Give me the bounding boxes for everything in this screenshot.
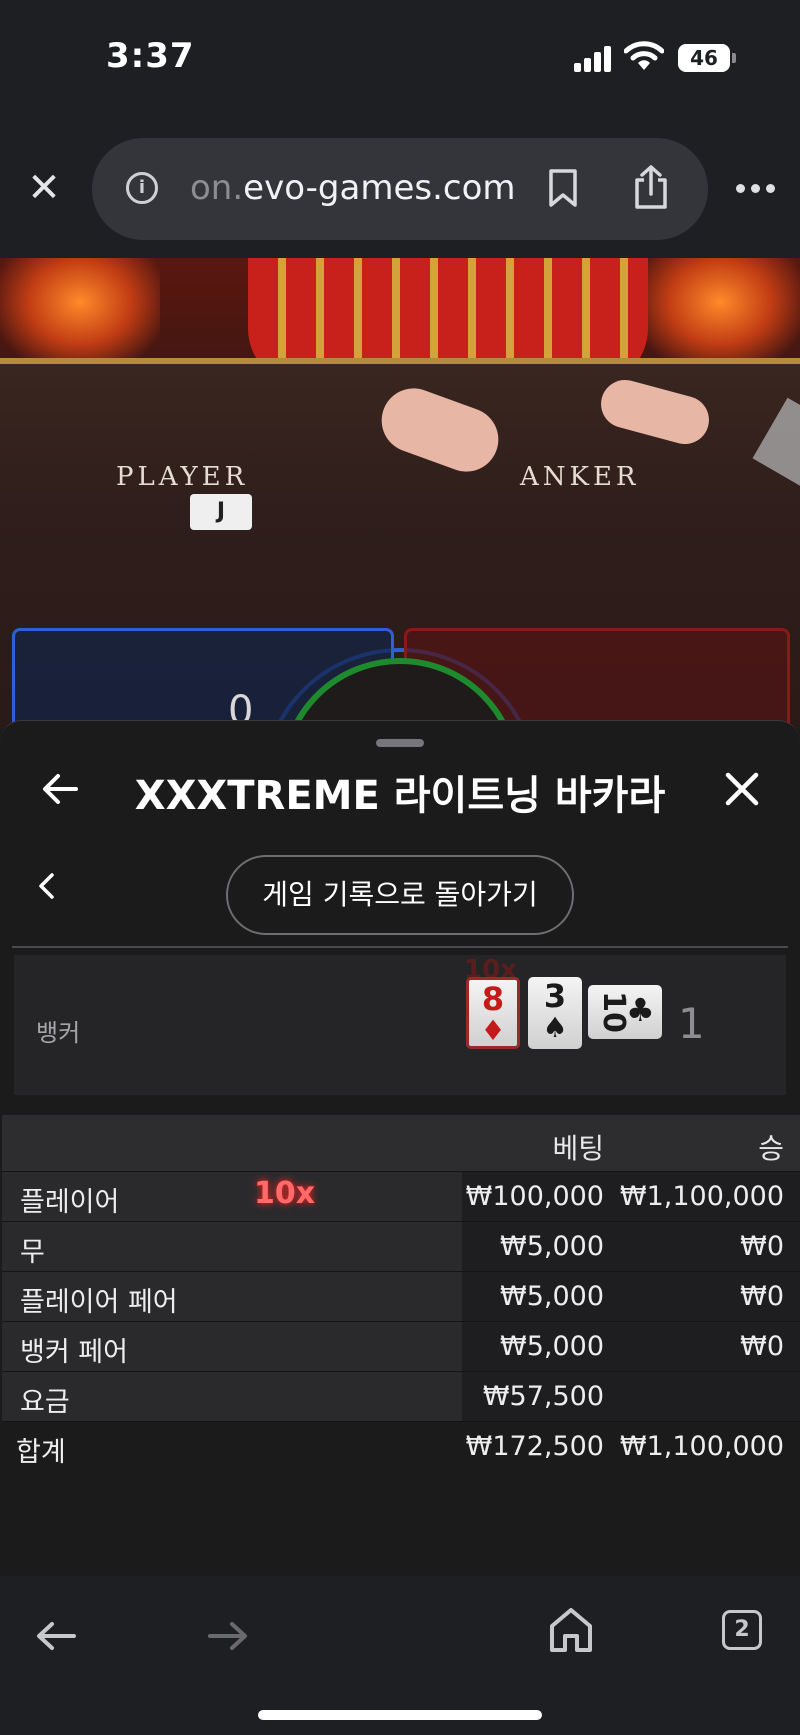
table-row: 플레이어 10x ₩100,000 ₩1,100,000	[2, 1171, 800, 1221]
battery-icon: 46	[678, 44, 736, 72]
table-total-row: 합계 ₩172,500 ₩1,100,000	[2, 1421, 800, 1471]
chevron-left-icon[interactable]	[34, 871, 58, 901]
result-score: 1	[678, 999, 705, 1048]
more-options-icon[interactable]	[736, 182, 776, 196]
row-bet: ₩5,000	[500, 1281, 604, 1312]
sheet-drag-handle[interactable]	[376, 739, 424, 747]
banker-felt-label: ANKER	[520, 462, 640, 492]
fireplace-left	[0, 258, 160, 368]
player-felt-label: PLAYER	[116, 462, 249, 492]
close-icon[interactable]	[722, 769, 762, 809]
row-bet: ₩100,000	[465, 1181, 604, 1212]
url-text[interactable]: on.evo-games.com	[190, 168, 516, 208]
address-bar[interactable]: i on.evo-games.com	[92, 138, 708, 240]
round-result: 뱅커 10x 8 ♦ 3 ♠ 10 ♣ 1	[14, 955, 786, 1095]
card-1: 8 ♦	[466, 977, 520, 1049]
divider	[12, 946, 788, 948]
result-side-label: 뱅커	[36, 1019, 81, 1047]
fireplace-right	[640, 258, 800, 368]
table-row: 요금 ₩57,500	[2, 1371, 800, 1421]
row-name: 플레이어	[20, 1187, 120, 1218]
row-bet: ₩5,000	[500, 1231, 604, 1262]
bet-results-table: 베팅 승 플레이어 10x ₩100,000 ₩1,100,000 무 ₩5,0…	[2, 1115, 800, 1471]
wifi-icon	[624, 41, 664, 70]
home-indicator[interactable]	[258, 1710, 542, 1720]
browser-bottom-toolbar: 2	[0, 1576, 800, 1735]
column-header-win: 승	[758, 1132, 784, 1165]
info-icon[interactable]: i	[126, 172, 158, 204]
sheet-title: XXXTREME 라이트닝 바카라	[134, 773, 666, 819]
row-name: 요금	[20, 1387, 70, 1418]
url-domain: evo-games.com	[243, 168, 516, 208]
row-multiplier-badge: 10x	[254, 1176, 316, 1211]
card-1-rank: 8	[481, 980, 505, 1018]
live-video-feed: PLAYER ANKER J 0	[0, 258, 800, 728]
status-time: 3:37	[106, 36, 195, 76]
share-icon[interactable]	[632, 164, 670, 210]
column-header-bet: 베팅	[552, 1132, 604, 1165]
row-name: 플레이어 페어	[20, 1287, 178, 1318]
row-win: ₩0	[740, 1231, 784, 1262]
browser-toolbar: ✕ i on.evo-games.com	[0, 120, 800, 258]
status-bar: 3:37 46	[0, 0, 800, 120]
total-label: 합계	[16, 1437, 66, 1468]
card-2: 3 ♠	[528, 977, 582, 1049]
card-1-suit: ♦	[480, 1014, 506, 1047]
close-tab-icon[interactable]: ✕	[24, 168, 64, 208]
back-to-history-button[interactable]: 게임 기록으로 돌아가기	[226, 855, 574, 935]
card-3-suit: ♣	[626, 991, 655, 1029]
card-3-rank: 10	[595, 991, 631, 1033]
nav-back-icon[interactable]	[34, 1616, 78, 1656]
url-faded-part: on.	[190, 168, 244, 208]
nav-forward-icon[interactable]	[206, 1616, 250, 1656]
total-bet: ₩172,500	[465, 1431, 604, 1462]
bookmark-icon[interactable]	[548, 168, 578, 208]
card-2-rank: 3	[543, 977, 567, 1015]
row-win: ₩0	[740, 1331, 784, 1362]
total-win: ₩1,100,000	[619, 1431, 784, 1462]
table-row: 플레이어 페어 ₩5,000 ₩0	[2, 1271, 800, 1321]
row-win: ₩1,100,000	[619, 1181, 784, 1212]
home-icon[interactable]	[548, 1606, 594, 1654]
row-bet: ₩5,000	[500, 1331, 604, 1362]
row-name: 뱅커 페어	[20, 1337, 128, 1368]
row-bet: ₩57,500	[482, 1381, 604, 1412]
game-history-sheet: XXXTREME 라이트닝 바카라 게임 기록으로 돌아가기 뱅커 10x 8 …	[0, 720, 800, 1576]
card-2-suit: ♠	[542, 1011, 568, 1044]
table-header: 베팅 승	[2, 1115, 800, 1171]
row-win: ₩0	[740, 1281, 784, 1312]
row-name: 무	[20, 1237, 45, 1268]
tabs-count-button[interactable]: 2	[722, 1610, 762, 1650]
cellular-signal-icon	[574, 46, 614, 72]
table-row: 뱅커 페어 ₩5,000 ₩0	[2, 1321, 800, 1371]
card-3: 10 ♣	[588, 985, 662, 1039]
table-row: 무 ₩5,000 ₩0	[2, 1221, 800, 1271]
table-card: J	[190, 494, 252, 530]
